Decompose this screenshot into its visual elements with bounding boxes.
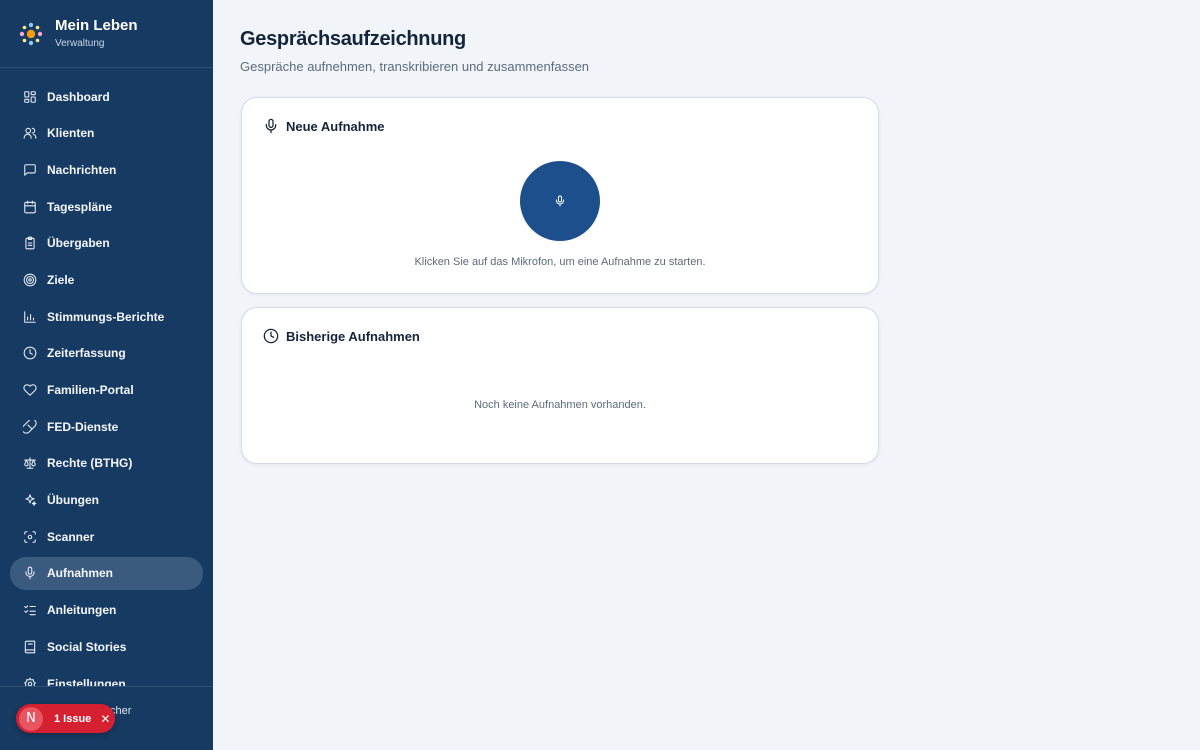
scale-icon: [23, 456, 37, 470]
sidebar-item-uebergaben[interactable]: Übergaben: [10, 227, 203, 260]
sidebar-item-label: Familien-Portal: [47, 383, 134, 397]
sidebar-item-label: Scanner: [47, 529, 95, 544]
app-title: Mein Leben: [55, 16, 138, 34]
sidebar-item-label: Stimmungs-Berichte: [47, 309, 165, 324]
previous-recordings-card: Bisherige Aufnahmen Noch keine Aufnahmen…: [241, 307, 879, 464]
issue-count[interactable]: 1 Issue: [54, 713, 91, 725]
microphone-icon: [265, 118, 277, 134]
sidebar-item-dashboard[interactable]: Dashboard: [10, 80, 203, 113]
start-recording-button[interactable]: [520, 161, 600, 241]
scan-icon: [23, 530, 37, 544]
nextjs-logo-icon: N: [19, 706, 43, 731]
users-icon: [23, 126, 37, 140]
sidebar-item-tagesplaene[interactable]: Tagespläne: [10, 190, 203, 223]
sidebar-item-label: Aufnahmen: [47, 566, 113, 581]
issue-badge[interactable]: N 1 Issue ✕: [16, 704, 115, 733]
sidebar-item-label: Dashboard: [47, 89, 110, 104]
sidebar-item-klienten[interactable]: Klienten: [10, 117, 203, 150]
new-recording-card: Neue Aufnahme Klicken Sie auf das Mikrof…: [241, 97, 879, 294]
logo-icon: [19, 22, 43, 45]
sidebar-nav: Dashboard Klienten Nachrichten Tagesplän…: [10, 80, 203, 704]
clipboard-icon: [23, 236, 37, 250]
sidebar-item-label: Nachrichten: [47, 162, 117, 177]
sidebar-item-fed-dienste[interactable]: FED-Dienste: [10, 410, 203, 443]
calendar-icon: [23, 200, 37, 214]
brand[interactable]: Mein Leben Verwaltung: [0, 0, 213, 68]
sidebar-item-label: FED-Dienste: [47, 419, 119, 434]
card-title: Neue Aufnahme: [286, 118, 385, 134]
main-content: Gesprächsaufzeichnung Gespräche aufnehme…: [213, 0, 1200, 750]
clock-icon: [263, 328, 279, 344]
page-title: Gesprächsaufzeichnung: [240, 28, 466, 50]
sidebar-item-rechte[interactable]: Rechte (BTHG): [10, 447, 203, 480]
message-icon: [23, 163, 37, 177]
sidebar-item-label: Ziele: [47, 272, 75, 287]
target-icon: [23, 273, 37, 287]
sidebar-item-aufnahmen[interactable]: Aufnahmen: [10, 556, 203, 590]
sidebar-item-label: Übergaben: [47, 236, 110, 251]
microphone-icon: [23, 566, 37, 580]
sidebar-item-label: Anleitungen: [47, 603, 117, 618]
dashboard-icon: [23, 90, 37, 104]
sidebar-item-label: Zeiterfassung: [47, 346, 126, 361]
close-icon[interactable]: ✕: [100, 712, 110, 726]
sidebar-item-label: Tagespläne: [47, 199, 113, 214]
list-checks-icon: [23, 603, 37, 617]
sidebar-item-familien-portal[interactable]: Familien-Portal: [10, 374, 203, 407]
microphone-icon: [556, 195, 564, 207]
sidebar: Mein Leben Verwaltung Dashboard Klienten…: [0, 0, 213, 750]
page-subtitle: Gespräche aufnehmen, transkribieren und …: [240, 59, 590, 74]
sidebar-item-anleitungen[interactable]: Anleitungen: [10, 594, 203, 627]
sidebar-item-label: Übungen: [47, 493, 99, 508]
sidebar-item-uebungen[interactable]: Übungen: [10, 484, 203, 517]
sidebar-item-social-stories[interactable]: Social Stories: [10, 630, 203, 663]
recording-hint: Klicken Sie auf das Mikrofon, um eine Au…: [414, 256, 706, 268]
card-title: Bisherige Aufnahmen: [286, 328, 420, 344]
sidebar-item-zeiterfassung[interactable]: Zeiterfassung: [10, 337, 203, 370]
heart-icon: [23, 383, 37, 397]
pill-icon: [23, 419, 37, 434]
sidebar-item-scanner[interactable]: Scanner: [10, 520, 203, 553]
card-header: Bisherige Aufnahmen: [263, 328, 420, 344]
clock-icon: [23, 346, 37, 360]
card-header: Neue Aufnahme: [263, 118, 384, 134]
sidebar-item-label: Klienten: [47, 126, 95, 141]
app-subtitle: Verwaltung: [55, 37, 105, 49]
empty-state-text: Noch keine Aufnahmen vorhanden.: [474, 399, 646, 411]
sidebar-item-label: Social Stories: [47, 639, 127, 654]
sidebar-item-nachrichten[interactable]: Nachrichten: [10, 153, 203, 186]
book-icon: [23, 640, 37, 654]
sparkles-icon: [23, 493, 37, 507]
sidebar-item-label: Rechte (BTHG): [47, 456, 133, 471]
sidebar-item-ziele[interactable]: Ziele: [10, 263, 203, 296]
bar-chart-icon: [23, 310, 37, 324]
sidebar-item-stimmungs-berichte[interactable]: Stimmungs-Berichte: [10, 300, 203, 333]
